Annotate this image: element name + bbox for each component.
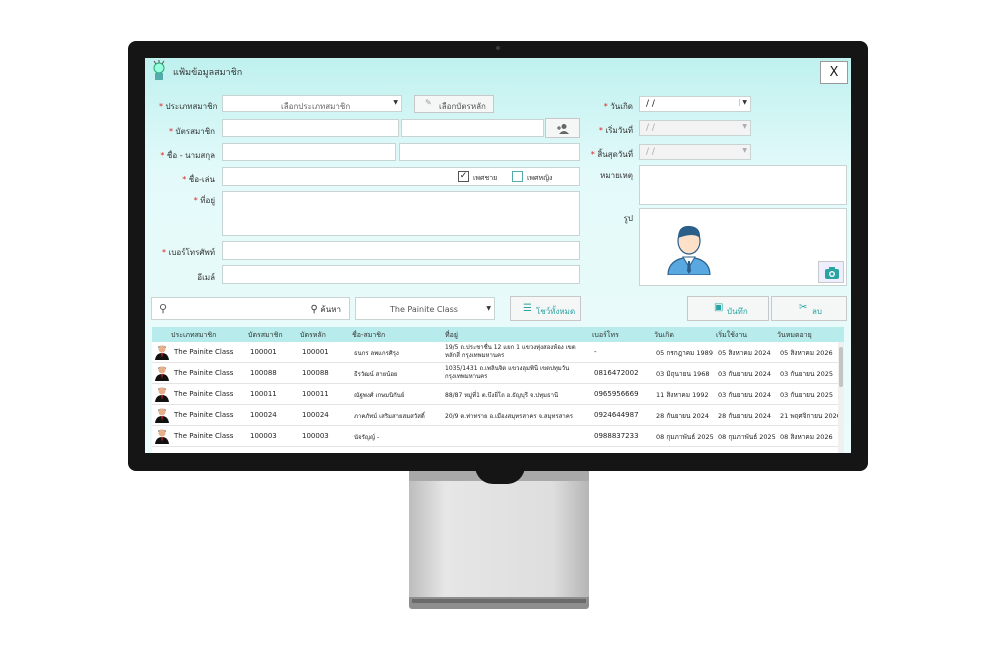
scissors-icon: ✂ [799, 302, 808, 313]
column-header[interactable]: บัตรสมาชิก [248, 330, 283, 341]
end-date-label: * สิ้นสุดวันที่ [590, 150, 633, 159]
start-date-label: * เริ่มวันที่ [598, 126, 633, 135]
member-card-label: * บัตรสมาชิก [168, 127, 215, 136]
show-all-button[interactable]: ☰ โชว์ทั้งหมด [510, 296, 581, 321]
nickname-label: * ชื่อ-เล่น [182, 175, 215, 184]
table-header: ประเภทสมาชิก บัตรสมาชิก บัตรหลัก ชื่อ-สม… [152, 327, 844, 342]
column-header[interactable]: บัตรหลัก [300, 330, 326, 341]
close-button[interactable]: X [820, 61, 848, 84]
app-logo-icon [153, 60, 165, 80]
window-title: แฟ้มข้อมูลสมาชิก [173, 68, 243, 78]
camera-dot [496, 46, 500, 50]
email-input[interactable] [222, 265, 580, 284]
member-avatar-icon [155, 429, 169, 444]
camera-button[interactable] [818, 261, 844, 283]
note-label: หมายเหตุ [600, 171, 633, 180]
address-label: * ที่อยู่ [193, 196, 215, 205]
camera-icon [825, 267, 839, 279]
scrollbar-thumb[interactable] [839, 347, 843, 387]
add-member-button[interactable] [545, 118, 580, 138]
column-header[interactable]: ที่อยู่ [445, 330, 458, 341]
pick-main-card-button[interactable]: ✎ เลือกบัตรหลัก [414, 95, 494, 113]
member-type-label: * ประเภทสมาชิก [159, 102, 218, 111]
phone-input[interactable] [222, 241, 580, 260]
class-filter-select[interactable]: The Painite Class ▼ [355, 297, 495, 320]
nickname-input[interactable]: ✓ เพศชาย เพศหญิง [222, 167, 580, 186]
table-row[interactable]: The Painite Class 100088 100088 ธีรวัฒน์… [152, 363, 838, 384]
chevron-down-icon: ▼ [393, 99, 398, 106]
pencil-icon: ✎ [425, 98, 432, 107]
phone-label: * เบอร์โทรศัพท์ [162, 248, 215, 257]
column-header[interactable]: วันเกิด [654, 330, 674, 341]
table-row[interactable]: The Painite Class 100011 100011 ณัฐพงศ์ … [152, 384, 838, 405]
birthday-label: * วันเกิด [603, 102, 633, 111]
chevron-down-icon: ▼ [739, 99, 747, 106]
search-icon: ⚲ [159, 302, 168, 315]
member-avatar-icon [155, 387, 169, 402]
member-avatar-icon [155, 366, 169, 381]
male-label: เพศชาย [473, 174, 498, 182]
column-header[interactable]: วันหมดอายุ [777, 330, 812, 341]
end-date-picker[interactable]: / / ▼ [639, 144, 751, 160]
search-icon: ⚲ [310, 304, 318, 315]
address-textarea[interactable] [222, 191, 580, 236]
title-bar: แฟ้มข้อมูลสมาชิก X [145, 58, 851, 86]
table-row[interactable]: The Painite Class 100003 100003 นัจรัญญ์… [152, 426, 838, 447]
table-row[interactable]: The Painite Class 100024 100024 ภาคภัทม์… [152, 405, 841, 426]
member-table: ประเภทสมาชิก บัตรสมาชิก บัตรหลัก ชื่อ-สม… [152, 327, 844, 453]
email-label: อีเมล์ [197, 273, 215, 282]
chevron-down-icon: ▼ [742, 123, 747, 130]
first-name-input[interactable] [222, 143, 396, 161]
list-icon: ☰ [523, 303, 532, 314]
column-header[interactable]: ชื่อ-สมาชิก [352, 330, 385, 341]
photo-label: รูป [623, 214, 633, 223]
female-label: เพศหญิง [527, 174, 553, 182]
search-button[interactable]: ⚲ ค้นหา [311, 303, 341, 316]
save-disk-icon: ▣ [714, 302, 724, 313]
member-avatar-icon [155, 345, 169, 360]
note-textarea[interactable] [639, 165, 847, 205]
member-card-input[interactable] [222, 119, 399, 137]
stand-base-edge [412, 599, 586, 603]
start-date-picker[interactable]: / / ▼ [639, 120, 751, 136]
main-card-input[interactable] [401, 119, 544, 137]
column-header[interactable]: ประเภทสมาชิก [171, 330, 216, 341]
birthday-date-picker[interactable]: / / ▼ [639, 96, 751, 112]
member-avatar-icon [155, 408, 169, 423]
monitor-stand [409, 471, 589, 597]
table-row[interactable]: The Painite Class 100001 100001 ธนกร ลพแ… [152, 342, 838, 363]
chevron-down-icon: ▼ [742, 147, 747, 154]
member-type-select[interactable]: เลือกประเภทสมาชิก ▼ [222, 95, 402, 112]
photo-box [639, 208, 847, 286]
user-avatar-placeholder-icon [667, 225, 711, 275]
delete-button[interactable]: ✂ ลบ [771, 296, 847, 321]
chevron-down-icon: ▼ [486, 305, 491, 312]
fullname-label: * ชื่อ - นามสกุล [160, 151, 215, 160]
last-name-input[interactable] [399, 143, 580, 161]
app-window: แฟ้มข้อมูลสมาชิก X * ประเภทสมาชิก * บัตร… [145, 58, 851, 453]
search-bar[interactable]: ⚲ ⚲ ค้นหา [151, 297, 350, 320]
column-header[interactable]: เบอร์โทร [592, 330, 619, 341]
female-checkbox[interactable] [512, 171, 523, 182]
monitor-bezel: แฟ้มข้อมูลสมาชิก X * ประเภทสมาชิก * บัตร… [128, 41, 868, 471]
add-user-icon [557, 124, 569, 134]
save-button[interactable]: ▣ บันทึก [687, 296, 769, 321]
column-header[interactable]: เริ่มใช้งาน [716, 330, 747, 341]
male-checkbox[interactable]: ✓ [458, 171, 469, 182]
